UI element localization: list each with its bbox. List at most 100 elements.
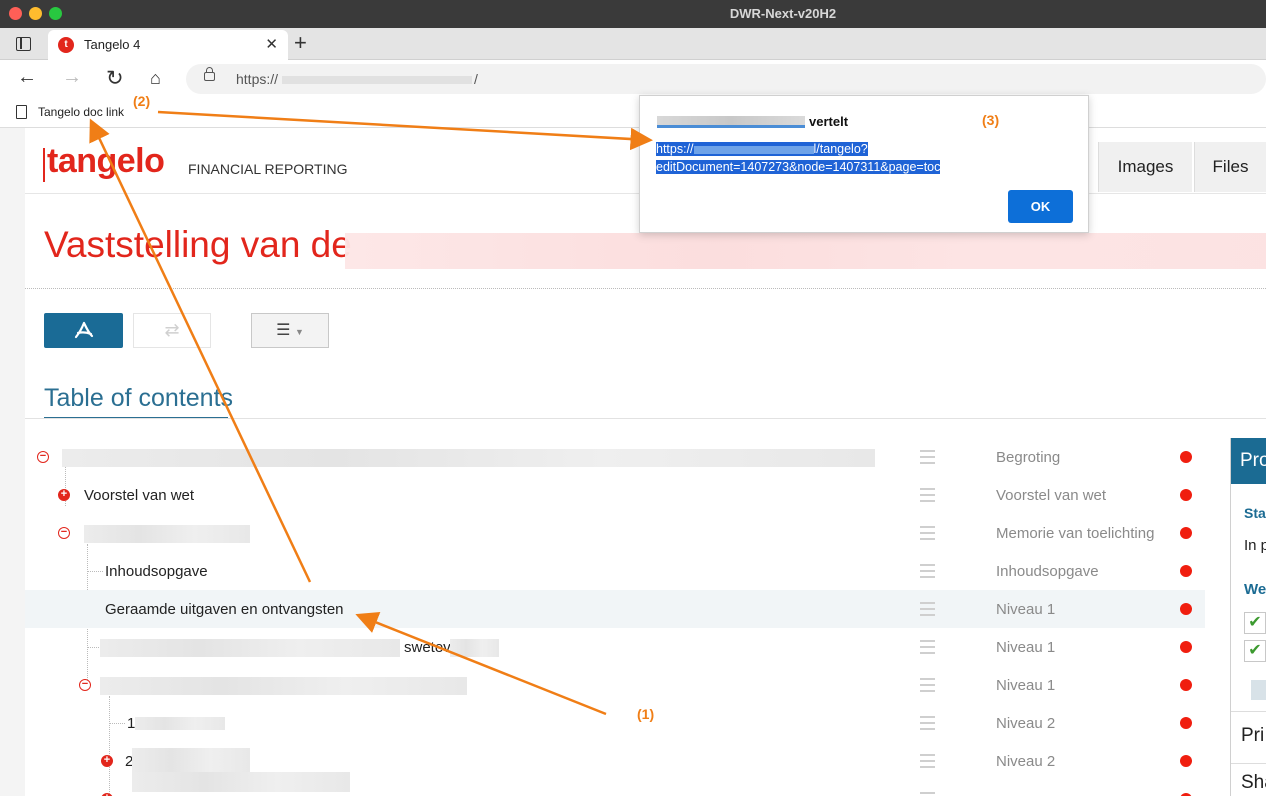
status-dot: [1180, 679, 1192, 691]
toc-label-redacted: [135, 717, 225, 730]
drag-handle-icon[interactable]: [920, 640, 935, 654]
share-section[interactable]: Sha: [1241, 772, 1266, 794]
pdf-icon: [74, 321, 93, 338]
checkbox-checked[interactable]: ✔: [1244, 612, 1266, 634]
drag-handle-icon[interactable]: [920, 792, 935, 796]
home-icon[interactable]: ⌂: [150, 68, 161, 89]
drag-handle-icon[interactable]: [920, 564, 935, 578]
status-dot: [1180, 755, 1192, 767]
tab-strip: t Tangelo 4 ✕ +: [0, 28, 1266, 60]
bookmark-tangelo-doc-link[interactable]: Tangelo doc link: [38, 105, 124, 119]
toc-row-label[interactable]: Voorstel van wet: [84, 487, 194, 504]
toc-row-type: Niveau 2: [996, 715, 1056, 732]
toc-row-label[interactable]: Geraamde uitgaven en ontvangsten: [105, 601, 344, 618]
priority-section[interactable]: Pri: [1241, 725, 1264, 747]
url-redacted: [282, 76, 472, 84]
menu-files[interactable]: Files: [1194, 142, 1266, 192]
toc-row[interactable]: − Begroting: [25, 438, 1205, 476]
drag-handle-icon[interactable]: [920, 526, 935, 540]
toc-row-type: Niveau 1: [996, 601, 1056, 618]
status-dot: [1180, 489, 1192, 501]
browser-tab-tangelo[interactable]: t Tangelo 4 ✕: [48, 30, 288, 60]
new-tab-icon[interactable]: +: [294, 30, 307, 56]
alert-dialog: vertelt https:// l/tangelo? editDocument=…: [639, 95, 1089, 233]
toc-row[interactable]: − Memorie van toelichting: [25, 514, 1205, 552]
toc-label-redacted: [450, 639, 499, 657]
tab-title: Tangelo 4: [84, 37, 141, 52]
drag-handle-icon[interactable]: [920, 488, 935, 502]
back-arrow-icon[interactable]: ←: [17, 66, 37, 89]
toc-row[interactable]: +: [25, 772, 1205, 796]
toc-row[interactable]: Inhoudsopgave Inhoudsopgave: [25, 552, 1205, 590]
forward-arrow-icon[interactable]: →: [62, 66, 82, 89]
collapse-icon[interactable]: −: [79, 679, 91, 691]
annotation-label-2: (2): [133, 93, 151, 109]
tab-actions-icon[interactable]: [16, 37, 31, 51]
toc-label-redacted: [132, 772, 350, 792]
page-gutter: [0, 128, 25, 796]
toc-row-label[interactable]: swetev: [404, 639, 451, 656]
collapse-icon[interactable]: −: [37, 451, 49, 463]
panel-button-partial[interactable]: [1251, 680, 1266, 700]
close-tab-icon[interactable]: ✕: [265, 35, 278, 53]
panel-divider: [1231, 763, 1266, 764]
checkmark-icon: ✔: [1248, 642, 1262, 659]
expand-icon[interactable]: +: [58, 489, 70, 501]
drag-handle-icon[interactable]: [920, 754, 935, 768]
menu-icon: ☰: [276, 322, 291, 339]
drag-handle-icon[interactable]: [920, 678, 935, 692]
properties-panel-header[interactable]: Pro: [1231, 438, 1266, 484]
tangelo-logo[interactable]: tangelo: [47, 142, 165, 181]
toc-row[interactable]: + Voorstel van wet Voorstel van wet: [25, 476, 1205, 514]
checkbox-checked[interactable]: ✔: [1244, 640, 1266, 662]
status-dot: [1180, 527, 1192, 539]
properties-panel: Pro Sta In p We ✔ ✔ Pri Sha: [1230, 438, 1266, 796]
toc-row-type: Inhoudsopgave: [996, 563, 1099, 580]
toc-label-redacted: [100, 677, 467, 695]
toc-row-type: Niveau 1: [996, 639, 1056, 656]
status-label: Sta: [1244, 505, 1266, 521]
status-dot: [1180, 717, 1192, 729]
expand-icon[interactable]: +: [101, 755, 113, 767]
dialog-ok-button[interactable]: OK: [1008, 190, 1073, 223]
caret-down-icon: ▼: [294, 327, 304, 337]
document-title: Vaststelling van de: [44, 224, 352, 265]
document-title-redacted: [345, 233, 1266, 269]
drag-handle-icon[interactable]: [920, 602, 935, 616]
refresh-icon[interactable]: ↻: [106, 66, 124, 91]
document-icon: [16, 105, 27, 119]
annotation-label-1: (1): [637, 706, 655, 722]
status-dot: [1180, 603, 1192, 615]
toc-row[interactable]: 1 Niveau 2: [25, 704, 1205, 742]
toc-label-redacted: [84, 525, 250, 543]
toc-row-label[interactable]: Inhoudsopgave: [105, 563, 208, 580]
toc-row-type: Niveau 1: [996, 677, 1056, 694]
actions-menu-button[interactable]: ☰ ▼: [251, 313, 329, 348]
drag-handle-icon[interactable]: [920, 450, 935, 464]
logo-bar: [43, 148, 45, 182]
dialog-origin-redacted-underline: [657, 125, 805, 128]
status-dot: [1180, 565, 1192, 577]
title-separator: [25, 288, 1266, 289]
toc-row[interactable]: swetev Niveau 1: [25, 628, 1205, 666]
section-label: We: [1244, 581, 1266, 598]
address-bar[interactable]: https:///: [186, 64, 1266, 94]
toc-row-type: Voorstel van wet: [996, 487, 1107, 504]
screen: DWR-Next-v20H2 t Tangelo 4 ✕ + ← → ↻ ⌂ h…: [0, 0, 1266, 796]
link-part-end: editDocument=1407273&node=1407311&page=t…: [656, 160, 941, 174]
link-part-start: https://: [656, 142, 694, 156]
compare-button[interactable]: ⇄: [133, 313, 211, 348]
drag-handle-icon[interactable]: [920, 716, 935, 730]
menu-images[interactable]: Images: [1098, 142, 1192, 192]
collapse-icon[interactable]: −: [58, 527, 70, 539]
window-title: DWR-Next-v20H2: [729, 6, 837, 21]
toc-label-redacted: [62, 449, 875, 467]
swap-arrows-icon: ⇄: [164, 320, 180, 340]
toc-label-redacted: [100, 639, 400, 657]
dialog-link-text[interactable]: https:// l/tangelo? editDocument=1407273&…: [656, 140, 962, 176]
pdf-button[interactable]: [44, 313, 123, 348]
toc-row[interactable]: − Niveau 1: [25, 666, 1205, 704]
toc-row-selected[interactable]: Geraamde uitgaven en ontvangsten Niveau …: [25, 590, 1205, 628]
status-value: In p: [1244, 537, 1266, 554]
navigation-bar: ← → ↻ ⌂ https:///: [0, 60, 1266, 98]
